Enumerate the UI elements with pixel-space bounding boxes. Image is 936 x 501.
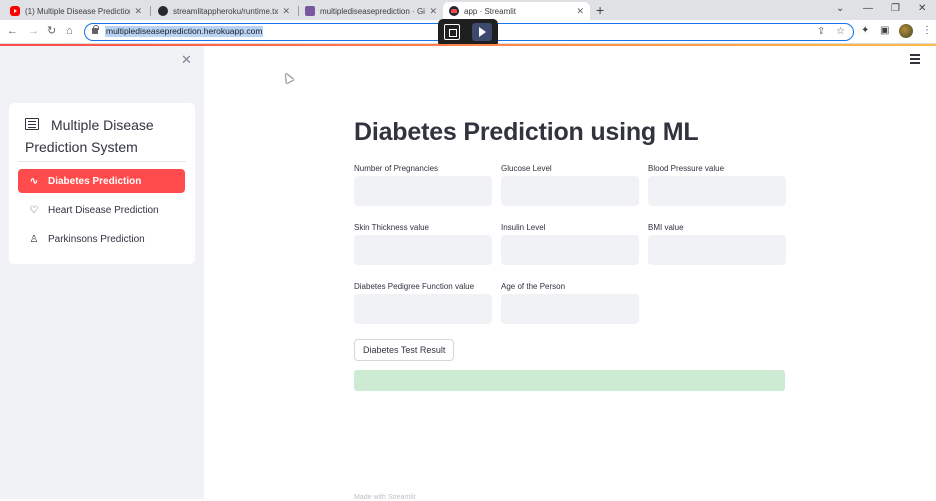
field-label: BMI value [648,223,684,232]
insulin-field: Insulin Level [501,223,639,265]
success-result-box [354,370,785,391]
page-title: Diabetes Prediction using ML [354,118,699,146]
bmi-input[interactable] [648,235,786,265]
heart-icon: ♡ [29,204,39,216]
youtube-icon [10,6,20,16]
close-sidebar-icon[interactable]: ✕ [181,53,192,66]
main-content: Diabetes Prediction using ML Number of P… [204,46,936,501]
tab-title: streamlitappheroku/runtime.txt a [173,6,279,16]
glucose-input[interactable] [501,176,639,206]
sidebar-item-heart[interactable]: ♡ Heart Disease Prediction [18,198,185,222]
pregnancies-input[interactable] [354,176,492,206]
heroku-icon [305,6,315,16]
option-menu: Multiple Disease Prediction System ∿ Dia… [9,103,195,264]
extensions-icon[interactable]: ✦ [861,25,869,37]
insulin-input[interactable] [501,235,639,265]
github-icon [158,6,168,16]
activity-icon: ∿ [29,175,39,187]
pedigree-field: Diabetes Pedigree Function value [354,282,492,324]
tab-divider [150,6,151,16]
field-label: Diabetes Pedigree Function value [354,282,475,291]
back-icon[interactable]: ← [7,24,18,38]
field-label: Number of Pregnancies [354,164,439,173]
more-menu-icon[interactable]: ⋮ [922,25,932,37]
blood-pressure-input[interactable] [648,176,786,206]
streamlit-footer[interactable]: Made with Streamlit [354,494,415,501]
person-icon: ♙ [29,233,39,245]
restore-button[interactable]: ❐ [891,3,900,14]
close-tab-icon[interactable]: ✕ [134,6,142,17]
tab-title: app · Streamlit [464,6,517,16]
glucose-field: Glucose Level [501,164,639,206]
age-input[interactable] [501,294,639,324]
streamlit-icon [449,6,459,16]
share-icon[interactable]: ⇪ [817,26,825,37]
forward-icon[interactable]: → [28,24,39,38]
menu-title-line2: Prediction System [25,139,138,155]
close-window-button[interactable]: ✕ [918,3,926,14]
exit-fullscreen-icon[interactable] [444,24,460,40]
browser-tab[interactable]: (1) Multiple Disease Prediction Sy ✕ [4,2,148,20]
home-icon[interactable]: ⌂ [66,24,73,38]
menu-divider [18,161,186,162]
bmi-field: BMI value [648,223,786,265]
diabetes-test-result-button[interactable]: Diabetes Test Result [354,339,455,361]
browser-tab-strip: (1) Multiple Disease Prediction Sy ✕ str… [0,0,936,20]
field-label: Blood Pressure value [648,164,725,173]
sidebar-item-label: Parkinsons Prediction [48,233,145,245]
close-tab-icon[interactable]: ✕ [282,6,290,17]
field-label: Skin Thickness value [354,223,429,232]
field-label: Insulin Level [501,223,546,232]
sidebar-item-parkinsons[interactable]: ♙ Parkinsons Prediction [18,227,185,251]
sidebar: ✕ Multiple Disease Prediction System ∿ D… [0,46,204,499]
profile-avatar[interactable] [899,24,913,38]
sidebar-item-label: Heart Disease Prediction [48,204,159,216]
minimize-button[interactable]: — [863,3,873,14]
browser-tab[interactable]: streamlitappheroku/runtime.txt a ✕ [152,2,296,20]
lock-icon [92,25,99,34]
list-icon [25,118,39,130]
hamburger-menu-icon[interactable] [910,54,921,64]
age-field: Age of the Person [501,282,639,324]
pregnancies-field: Number of Pregnancies [354,164,492,206]
menu-title-line1: Multiple Disease [51,117,154,133]
pedigree-input[interactable] [354,294,492,324]
side-panel-icon[interactable]: ▣ [880,25,889,37]
screen-share-overlay [438,19,498,47]
close-tab-icon[interactable]: ✕ [429,6,437,17]
cast-media-icon[interactable] [472,23,492,41]
field-label: Glucose Level [501,164,552,173]
field-label: Age of the Person [501,282,566,291]
reload-icon[interactable]: ↻ [47,24,56,38]
bookmark-star-icon[interactable]: ☆ [836,26,845,37]
tab-title: multiplediseaseprediction · GitHub [320,6,425,16]
sidebar-item-diabetes[interactable]: ∿ Diabetes Prediction [18,169,185,193]
url-text[interactable]: multiplediseaseprediction.herokuapp.com [105,26,264,37]
new-tab-button[interactable]: + [596,3,604,17]
browser-tab-active[interactable]: app · Streamlit ✕ [443,2,590,20]
skin-thickness-input[interactable] [354,235,492,265]
tab-title: (1) Multiple Disease Prediction Sy [25,6,131,16]
close-tab-icon[interactable]: ✕ [576,6,584,17]
mouse-cursor-icon [282,71,294,84]
sidebar-item-label: Diabetes Prediction [48,175,142,187]
blood-pressure-field: Blood Pressure value [648,164,786,206]
browser-tab[interactable]: multiplediseaseprediction · GitHub ✕ [299,2,443,20]
chevron-down-icon[interactable]: ⌄ [836,3,844,14]
skin-thickness-field: Skin Thickness value [354,223,492,265]
